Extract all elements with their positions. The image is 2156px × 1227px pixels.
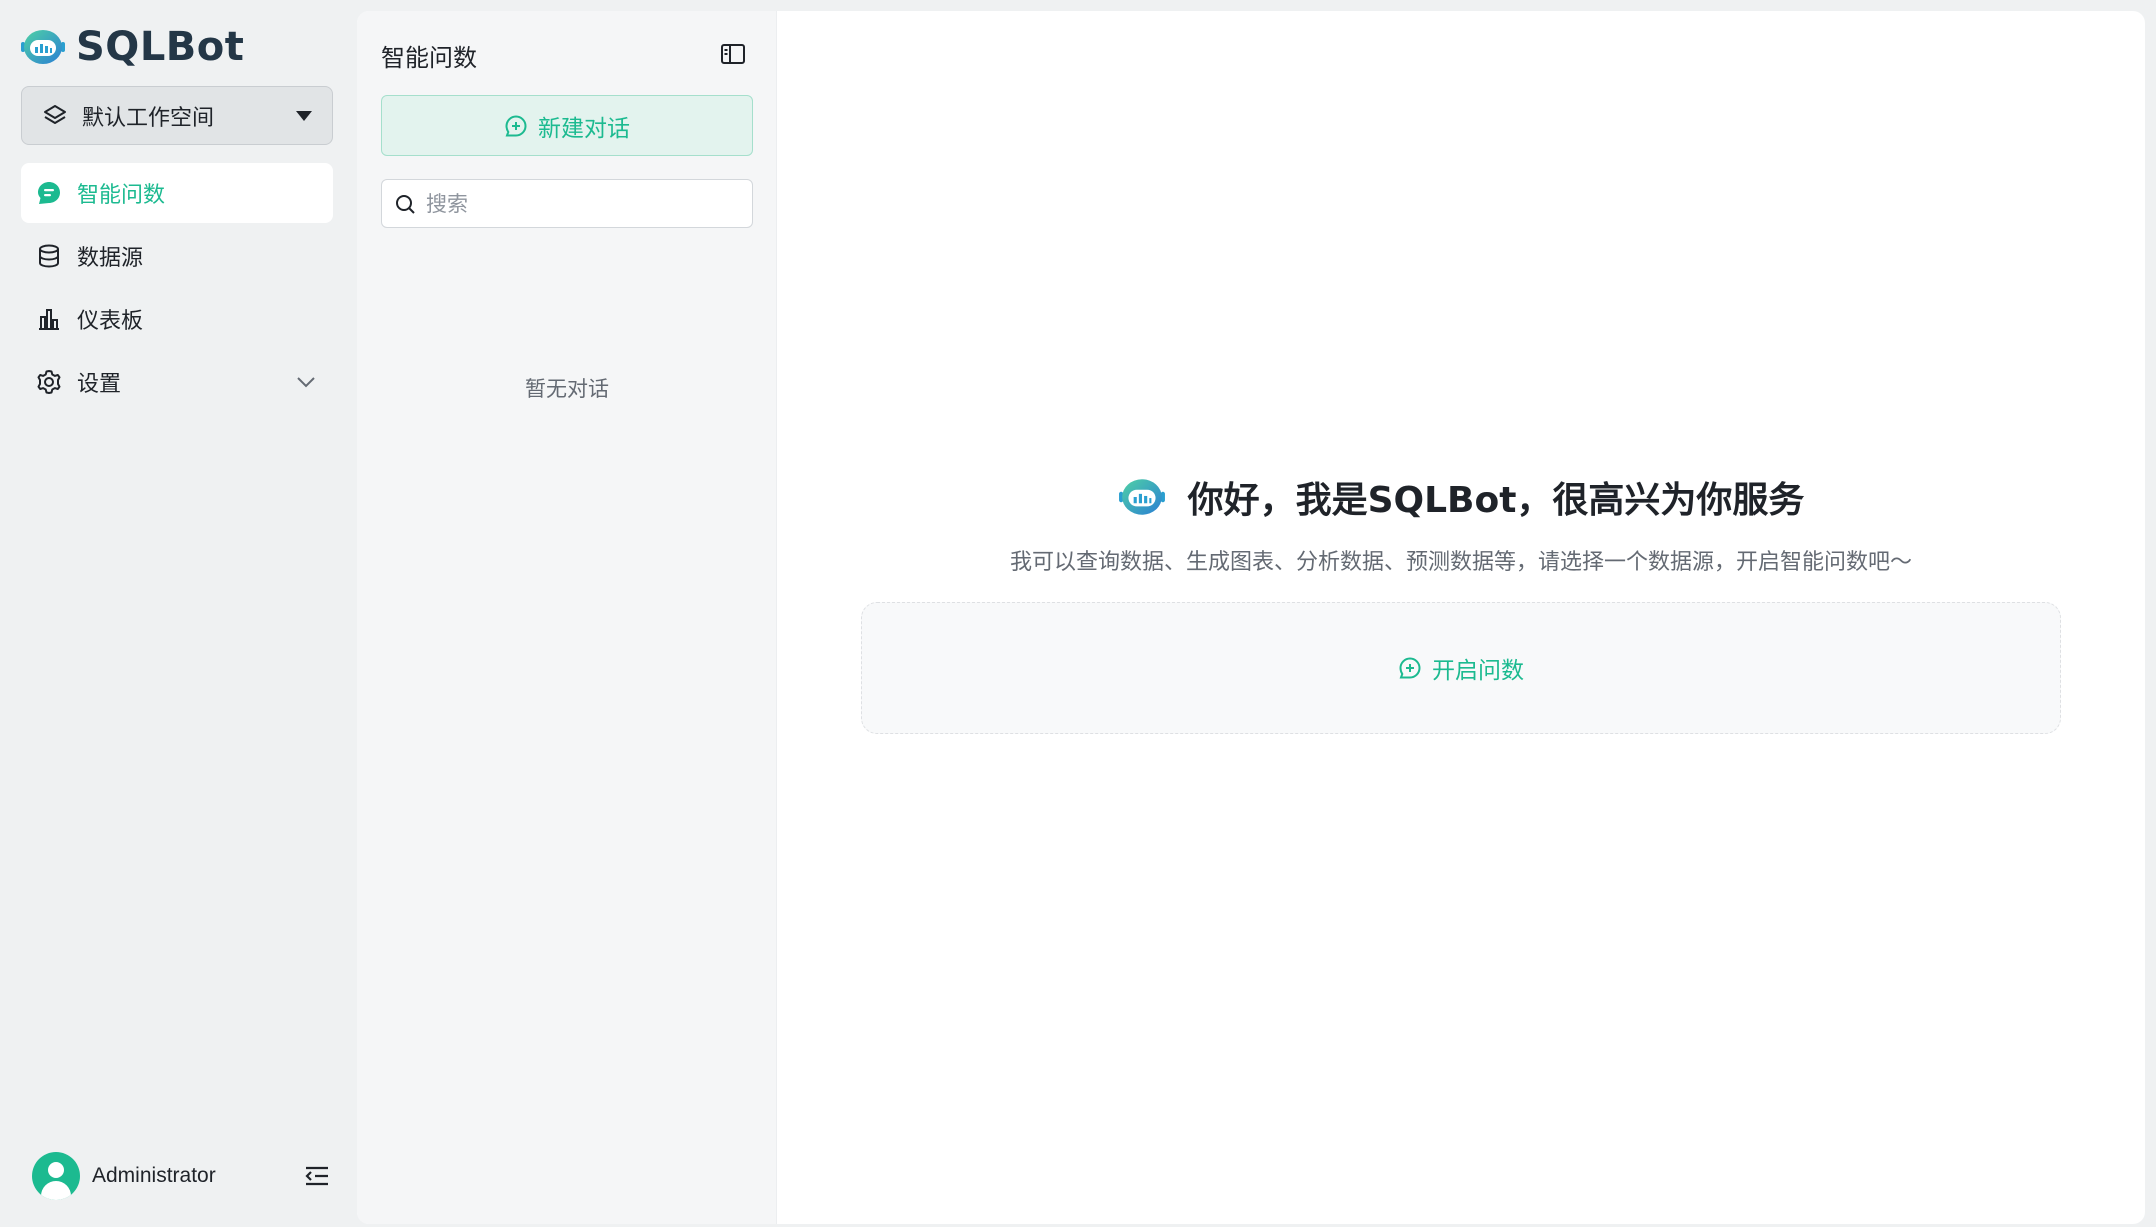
empty-conversations-text: 暂无对话 [525, 377, 609, 401]
plus-circle-icon [1399, 657, 1421, 679]
new-chat-button[interactable]: 新建对话 [381, 95, 753, 156]
app-name: SQLBot [76, 24, 245, 70]
chevron-down-icon[interactable] [295, 371, 317, 393]
welcome-header: 你好，我是SQLBot，很高兴为你服务 [777, 471, 2145, 523]
conversation-panel: 智能问数 新建对话 暂无对话 [357, 11, 777, 1224]
caret-down-icon [296, 110, 312, 121]
nav-item-label: 智能问数 [77, 183, 166, 208]
gear-icon [37, 370, 61, 394]
main-nav: 智能问数 数据源 仪表板 设置 [21, 163, 333, 415]
welcome-area: 你好，我是SQLBot，很高兴为你服务 我可以查询数据、生成图表、分析数据、预测… [777, 11, 2145, 1224]
nav-item-label: 仪表板 [77, 309, 144, 334]
avatar[interactable] [32, 1152, 80, 1200]
start-query-button[interactable]: 开启问数 [861, 602, 2061, 734]
robot-avatar-icon [1118, 479, 1165, 515]
user-bar: Administrator [32, 1152, 332, 1200]
collapse-menu-icon[interactable] [302, 1161, 332, 1191]
nav-item-settings[interactable]: 设置 [21, 352, 333, 412]
layers-icon [44, 104, 66, 124]
sidebar: SQLBot 默认工作空间 智能问数 数据源 仪表板 设置 Administra… [0, 0, 357, 1227]
nav-item-dashboard[interactable]: 仪表板 [21, 289, 333, 349]
nav-item-label: 设置 [77, 372, 122, 397]
nav-item-datasource[interactable]: 数据源 [21, 226, 333, 286]
panel-title: 智能问数 [381, 44, 477, 72]
chat-bubble-icon [38, 182, 60, 204]
workspace-label: 默认工作空间 [82, 105, 215, 131]
nav-item-smart-query[interactable]: 智能问数 [21, 163, 333, 223]
nav-item-label: 数据源 [77, 246, 144, 271]
search-icon [396, 194, 415, 214]
start-query-label: 开启问数 [1432, 658, 1524, 684]
workspace-selector[interactable]: 默认工作空间 [21, 86, 333, 145]
welcome-subtitle: 我可以查询数据、生成图表、分析数据、预测数据等，请选择一个数据源，开启智能问数吧… [1009, 550, 1912, 575]
plus-circle-icon [505, 114, 527, 136]
search-box [381, 179, 753, 228]
search-input[interactable] [426, 191, 746, 216]
database-icon [39, 244, 59, 268]
new-chat-label: 新建对话 [538, 115, 630, 142]
welcome-title: 你好，我是SQLBot，很高兴为你服务 [1187, 480, 1805, 521]
user-name[interactable]: Administrator [92, 1164, 302, 1188]
bar-chart-icon [39, 309, 59, 330]
robot-logo-icon [21, 30, 65, 64]
main-panel: 智能问数 新建对话 暂无对话 [357, 11, 2145, 1224]
sidebar-toggle-icon[interactable] [719, 40, 747, 68]
brand[interactable]: SQLBot [20, 22, 244, 72]
